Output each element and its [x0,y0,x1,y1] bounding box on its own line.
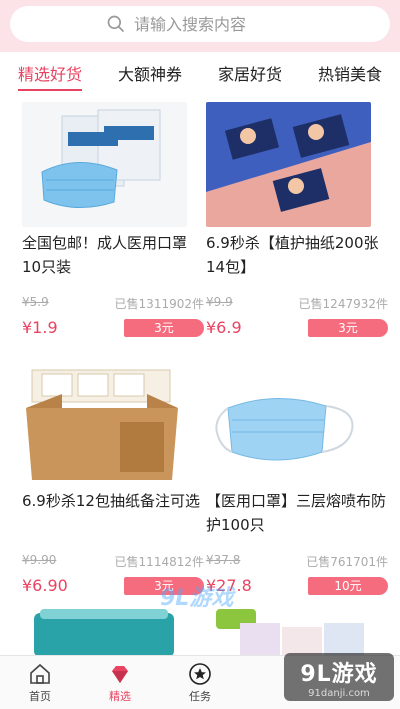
nav-tasks[interactable]: 任务 [160,656,240,709]
product-title: 6.9秒杀【植护抽纸200张14包】 [206,234,379,276]
star-icon [189,663,211,685]
product-card[interactable]: 全国包邮！成人医用口罩10只装 ¥5.9 已售1311902件 ¥1.9 3元 [22,102,204,337]
sold-count: 已售1311902件 [114,297,204,311]
original-price: ¥9.9 [206,295,233,309]
watermark-title: 9L游戏 [300,661,378,687]
sold-count: 已售1114812件 [114,555,204,569]
tab-featured[interactable]: 精选好货 [17,61,83,91]
nav-featured[interactable]: 精选 [80,656,160,709]
category-tabs: 精选好货 大额神券 家居好货 热销美食 [0,56,400,96]
product-title: 6.9秒杀12包抽纸备注可选 [22,492,200,510]
next-row-preview [0,605,400,657]
tab-big-coupons[interactable]: 大额神券 [118,61,182,91]
nav-tasks-label: 任务 [189,690,211,703]
search-box[interactable] [10,6,390,42]
search-input[interactable] [134,14,294,34]
product-image [206,360,371,485]
tab-home-goods[interactable]: 家居好货 [218,61,282,91]
original-price: ¥9.90 [22,553,57,567]
coupon-badge[interactable]: 3元 [308,318,388,337]
watermark-url: 91danji.com [308,687,370,699]
search-icon [107,15,125,33]
sold-count: 已售761701件 [306,555,388,569]
coupon-badge[interactable]: 3元 [124,318,204,337]
home-icon [30,663,50,684]
watermark-logo: 9L游戏 91danji.com [284,653,394,701]
product-card[interactable]: 【医用口罩】三层熔喷布防护100只 ¥37.8 已售761701件 ¥27.8 … [206,360,388,595]
original-price: ¥37.8 [206,553,241,567]
sale-price: ¥6.9 [206,318,242,337]
sale-price: ¥1.9 [22,318,58,337]
product-card[interactable]: 6.9秒杀12包抽纸备注可选 ¥9.90 已售1114812件 ¥6.90 3元 [22,360,204,595]
product-title: 【医用口罩】三层熔喷布防护100只 [206,492,387,534]
product-image [22,360,187,485]
search-bar [0,0,400,52]
product-image [22,102,187,227]
nav-featured-label: 精选 [109,690,131,703]
watermark-center: 9L游戏 [160,586,234,611]
product-title: 全国包邮！成人医用口罩10只装 [22,234,188,276]
nav-home[interactable]: 首页 [0,656,80,709]
product-image [206,102,371,227]
product-card[interactable]: 6.9秒杀【植护抽纸200张14包】 ¥9.9 已售1247932件 ¥6.9 … [206,102,388,337]
tab-hot-food[interactable]: 热销美食 [318,61,382,91]
sale-price: ¥6.90 [22,576,68,595]
diamond-icon [112,666,128,683]
sold-count: 已售1247932件 [298,297,388,311]
original-price: ¥5.9 [22,295,49,309]
nav-home-label: 首页 [29,690,51,703]
coupon-badge[interactable]: 10元 [308,576,388,595]
